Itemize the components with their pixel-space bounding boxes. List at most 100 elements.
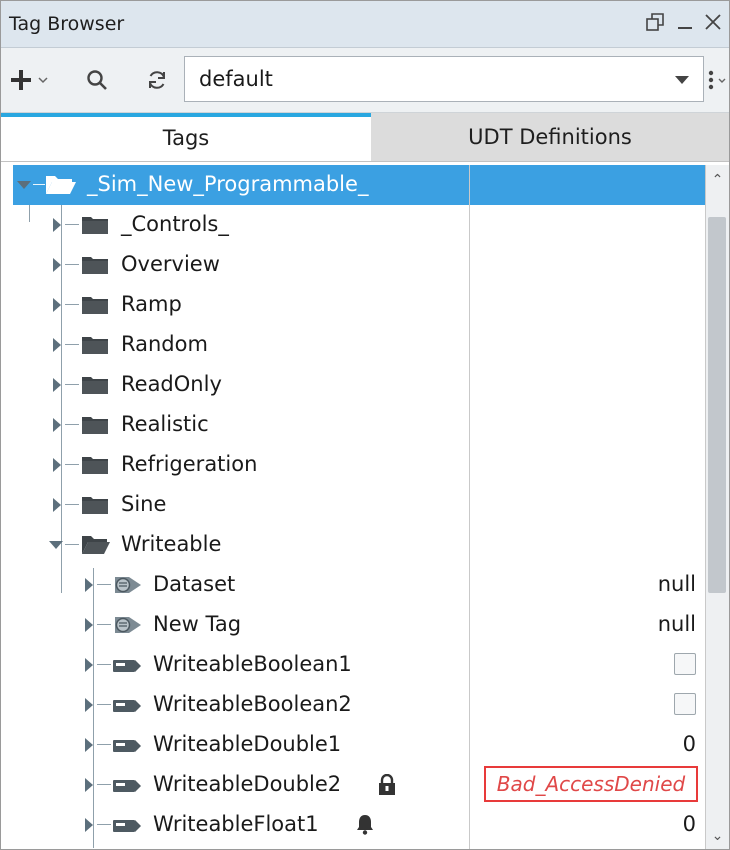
scroll-down-arrow-icon[interactable]: ⌄ bbox=[706, 821, 729, 849]
tab-strip: Tags UDT Definitions bbox=[1, 113, 729, 162]
tag-provider-dropdown[interactable]: default bbox=[184, 56, 704, 102]
folder-icon bbox=[81, 453, 109, 480]
tag-boolean-checkbox[interactable] bbox=[674, 693, 696, 715]
expand-arrow-icon[interactable] bbox=[53, 218, 61, 232]
tag-browser-toolbar: default bbox=[1, 48, 729, 113]
tree-item-label: Ramp bbox=[121, 292, 182, 316]
more-menu-icon[interactable] bbox=[705, 48, 727, 112]
minimize-icon[interactable] bbox=[673, 1, 697, 47]
folder-icon bbox=[81, 413, 109, 440]
tree-item-label: New Tag bbox=[153, 612, 242, 636]
vertical-scrollbar[interactable]: ⌃ ⌄ bbox=[705, 165, 729, 849]
title-bar: Tag Browser bbox=[1, 1, 729, 48]
add-tag-button[interactable] bbox=[7, 48, 55, 112]
folder-icon bbox=[81, 333, 109, 360]
tag-value: null bbox=[657, 612, 696, 636]
tree-row-tag[interactable]: WriteableDouble1 0 bbox=[13, 725, 709, 765]
expand-arrow-icon[interactable] bbox=[53, 458, 61, 472]
folder-open-icon bbox=[45, 173, 77, 200]
tree-row-value-cell bbox=[470, 165, 706, 205]
expand-arrow-icon[interactable] bbox=[53, 498, 61, 512]
tree-row-value-cell bbox=[470, 245, 706, 285]
folder-icon bbox=[81, 253, 109, 280]
tree-row-folder[interactable]: Refrigeration bbox=[13, 445, 709, 485]
tree-row-value-cell bbox=[470, 325, 706, 365]
tree-row-name-cell: _Sim_New_Programmable_ bbox=[13, 165, 469, 205]
tree-row-tag[interactable]: WriteableFloat1 0 bbox=[13, 805, 709, 845]
tree-item-label: WriteableBoolean2 bbox=[153, 692, 352, 716]
tree-row-value-cell bbox=[470, 365, 706, 405]
tag-value: 0 bbox=[682, 732, 696, 756]
tag-browser-window: Tag Browser default Tags UDT Definitions… bbox=[0, 0, 730, 850]
tree-row-folder[interactable]: Realistic bbox=[13, 405, 709, 445]
memory-tag-icon bbox=[111, 693, 143, 722]
memory-tag-icon bbox=[111, 773, 143, 802]
tree-row-folder[interactable]: _Controls_ bbox=[13, 205, 709, 245]
dataset-tag-icon bbox=[111, 613, 143, 642]
tree-row-folder[interactable]: Random bbox=[13, 325, 709, 365]
tree-item-label: Refrigeration bbox=[121, 452, 258, 476]
search-icon[interactable] bbox=[81, 48, 113, 112]
scrollbar-thumb[interactable] bbox=[708, 217, 726, 593]
scroll-up-arrow-icon[interactable]: ⌃ bbox=[706, 165, 729, 195]
window-title: Tag Browser bbox=[9, 13, 125, 35]
tree-row-value-cell bbox=[470, 405, 706, 445]
tree-item-label: Writeable bbox=[121, 532, 222, 556]
alarm-bell-icon bbox=[355, 813, 375, 840]
tree-row-tag[interactable]: WriteableBoolean1 bbox=[13, 645, 709, 685]
expand-arrow-icon[interactable] bbox=[17, 181, 31, 189]
tree-row-tag[interactable]: Dataset null bbox=[13, 565, 709, 605]
tree-item-label: Dataset bbox=[153, 572, 236, 596]
expand-arrow-icon[interactable] bbox=[85, 818, 93, 832]
tag-error-value: Bad_AccessDenied bbox=[484, 766, 698, 802]
tab-tags[interactable]: Tags bbox=[1, 113, 371, 161]
tree-item-label: WriteableDouble1 bbox=[153, 732, 342, 756]
tag-tree: _Sim_New_Programmable_ _Controls_ Overvi… bbox=[13, 165, 709, 849]
tree-item-label: Overview bbox=[121, 252, 220, 276]
tree-row-value-cell bbox=[470, 285, 706, 325]
tab-udt-definitions[interactable]: UDT Definitions bbox=[371, 113, 729, 161]
collapse-arrow-icon[interactable] bbox=[49, 541, 63, 549]
expand-arrow-icon[interactable] bbox=[85, 778, 93, 792]
tree-row-folder-expanded[interactable]: Writeable bbox=[13, 525, 709, 565]
expand-arrow-icon[interactable] bbox=[53, 258, 61, 272]
folder-icon bbox=[81, 373, 109, 400]
folder-open-icon bbox=[81, 533, 111, 560]
dataset-tag-icon bbox=[111, 573, 143, 602]
expand-arrow-icon[interactable] bbox=[53, 378, 61, 392]
float-window-icon[interactable] bbox=[641, 1, 669, 47]
tree-item-label: WriteableBoolean1 bbox=[153, 652, 352, 676]
tree-item-label: _Sim_New_Programmable_ bbox=[87, 172, 369, 196]
folder-icon bbox=[81, 293, 109, 320]
tree-row-tag[interactable]: New Tag null bbox=[13, 605, 709, 645]
tag-value: null bbox=[657, 572, 696, 596]
memory-tag-icon bbox=[111, 653, 143, 682]
memory-tag-icon bbox=[111, 813, 143, 842]
tree-row-folder[interactable]: ReadOnly bbox=[13, 365, 709, 405]
tree-item-label: WriteableDouble2 bbox=[153, 772, 342, 796]
tree-row-tag[interactable]: WriteableBoolean2 bbox=[13, 685, 709, 725]
tree-row-folder[interactable]: Ramp bbox=[13, 285, 709, 325]
refresh-icon[interactable] bbox=[141, 48, 173, 112]
tree-row-folder[interactable]: Overview bbox=[13, 245, 709, 285]
tag-provider-value: default bbox=[199, 67, 273, 91]
expand-arrow-icon[interactable] bbox=[53, 418, 61, 432]
tree-row-tag[interactable]: WriteableDouble2 Bad_AccessDenied bbox=[13, 765, 709, 805]
expand-arrow-icon[interactable] bbox=[85, 578, 93, 592]
expand-arrow-icon[interactable] bbox=[85, 698, 93, 712]
tag-boolean-checkbox[interactable] bbox=[674, 653, 696, 675]
tree-row-value-cell bbox=[470, 525, 706, 565]
tree-item-label: Realistic bbox=[121, 412, 209, 436]
expand-arrow-icon[interactable] bbox=[53, 298, 61, 312]
tree-row-root[interactable]: _Sim_New_Programmable_ bbox=[13, 165, 709, 205]
tree-row-folder[interactable]: Sine bbox=[13, 485, 709, 525]
tree-item-label: Sine bbox=[121, 492, 167, 516]
tree-item-label: _Controls_ bbox=[121, 212, 229, 236]
memory-tag-icon bbox=[111, 733, 143, 762]
close-icon[interactable] bbox=[699, 1, 727, 47]
expand-arrow-icon[interactable] bbox=[53, 338, 61, 352]
expand-arrow-icon[interactable] bbox=[85, 618, 93, 632]
expand-arrow-icon[interactable] bbox=[85, 658, 93, 672]
expand-arrow-icon[interactable] bbox=[85, 738, 93, 752]
chevron-down-icon bbox=[675, 76, 689, 84]
